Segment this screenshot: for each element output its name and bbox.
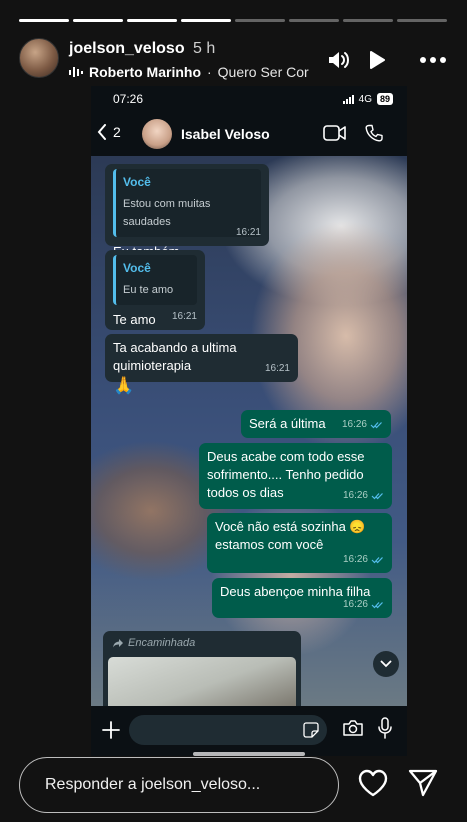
message-status: 16:26 bbox=[343, 596, 384, 614]
forwarded-image[interactable] bbox=[108, 657, 296, 706]
back-chevron-icon bbox=[97, 124, 106, 140]
play-icon[interactable] bbox=[366, 48, 388, 72]
forwarded-text: Encaminhada bbox=[128, 637, 196, 649]
plus-icon[interactable] bbox=[101, 720, 121, 740]
progress-segment bbox=[19, 19, 69, 22]
back-button[interactable]: 2 bbox=[97, 124, 121, 140]
contact-name[interactable]: Isabel Veloso bbox=[181, 126, 270, 142]
home-indicator bbox=[193, 752, 305, 756]
music-attribution[interactable]: Roberto Marinho · Quero Ser Cor bbox=[69, 64, 312, 80]
progress-segment bbox=[73, 19, 123, 22]
username[interactable]: joelson_veloso bbox=[69, 40, 185, 58]
send-icon[interactable] bbox=[408, 768, 438, 798]
progress-segment bbox=[127, 19, 177, 22]
chat-body[interactable]: Você Estou com muitas saudades Eu também… bbox=[91, 156, 407, 706]
message-bubble-outgoing[interactable]: Você não está sozinha 😞 estamos com você… bbox=[207, 513, 392, 573]
read-ticks-icon bbox=[370, 422, 382, 429]
music-icon bbox=[69, 67, 83, 77]
read-ticks-icon bbox=[371, 602, 383, 609]
reply-placeholder: Responder a joelson_veloso... bbox=[45, 776, 261, 793]
music-artist: Roberto Marinho bbox=[89, 64, 201, 80]
message-bubble-outgoing[interactable]: Será a última 16:26 bbox=[241, 410, 391, 438]
message-bubble-incoming[interactable]: Você Estou com muitas saudades Eu também… bbox=[105, 164, 269, 259]
forward-icon bbox=[113, 639, 123, 648]
quote-author: Você bbox=[123, 261, 151, 275]
chat-header: 2 Isabel Veloso bbox=[91, 112, 407, 156]
chat-input-bar bbox=[91, 706, 407, 756]
message-input[interactable] bbox=[129, 715, 327, 745]
more-icon[interactable] bbox=[418, 48, 448, 72]
message-text: Você não está sozinha 😞 estamos com você bbox=[215, 519, 366, 552]
message-status: 16:26 bbox=[342, 416, 383, 434]
phone-status-bar: 07:26 4G 89 bbox=[91, 86, 407, 112]
progress-segment bbox=[235, 19, 285, 22]
network-type: 4G bbox=[358, 93, 372, 105]
scroll-down-icon[interactable] bbox=[373, 651, 399, 677]
message-status: 16:26 bbox=[343, 487, 384, 505]
message-bubble-outgoing[interactable]: Deus abençoe minha filha 16:26 bbox=[212, 578, 392, 618]
quote-text: Estou com muitas saudades bbox=[123, 198, 211, 228]
message-time: 16:21 bbox=[235, 227, 261, 238]
progress-segment bbox=[181, 19, 231, 22]
quote-author: Você bbox=[123, 175, 151, 189]
message-time: 16:21 bbox=[264, 363, 290, 374]
sticker-icon[interactable] bbox=[303, 722, 319, 738]
volume-icon[interactable] bbox=[326, 48, 350, 72]
read-ticks-icon bbox=[371, 557, 383, 564]
progress-segment bbox=[343, 19, 393, 22]
microphone-icon[interactable] bbox=[378, 717, 392, 739]
video-call-icon[interactable] bbox=[323, 124, 347, 142]
message-time: 16:26 bbox=[342, 490, 368, 501]
story-progress-bar bbox=[19, 19, 447, 22]
message-time: 16:26 bbox=[341, 419, 367, 430]
message-time: 16:21 bbox=[171, 311, 197, 322]
reply-input[interactable]: Responder a joelson_veloso... bbox=[19, 757, 339, 813]
message-time: 16:26 bbox=[342, 599, 368, 610]
progress-segment bbox=[397, 19, 447, 22]
progress-segment bbox=[289, 19, 339, 22]
heart-icon[interactable] bbox=[357, 768, 389, 798]
phone-call-icon[interactable] bbox=[365, 124, 383, 142]
whatsapp-screenshot: 07:26 4G 89 2 Isabel Veloso Você Estou c… bbox=[91, 86, 407, 756]
quoted-reply[interactable]: Você Eu te amo bbox=[113, 255, 197, 305]
contact-avatar[interactable] bbox=[142, 119, 172, 149]
signal-icon bbox=[342, 94, 354, 104]
read-ticks-icon bbox=[371, 493, 383, 500]
music-separator: · bbox=[207, 64, 212, 80]
status-time: 07:26 bbox=[113, 92, 144, 106]
emoji-reaction: 🙏 bbox=[113, 376, 135, 395]
camera-icon[interactable] bbox=[342, 719, 364, 737]
forwarded-label: Encaminhada bbox=[112, 637, 296, 649]
unread-count: 2 bbox=[113, 124, 121, 140]
forwarded-message[interactable]: Encaminhada bbox=[103, 631, 301, 706]
post-time: 5 h bbox=[193, 40, 216, 57]
battery-level: 89 bbox=[376, 93, 393, 105]
message-time: 16:26 bbox=[342, 554, 368, 565]
message-bubble-incoming[interactable]: Ta acabando a ultima quimioterapia 16:21 bbox=[105, 334, 298, 382]
message-status: 16:26 bbox=[343, 551, 384, 569]
story-header: joelson_veloso 5 h Roberto Marinho · Que… bbox=[19, 38, 448, 82]
message-text: Ta acabando a ultima quimioterapia bbox=[113, 340, 237, 373]
message-bubble-outgoing[interactable]: Deus acabe com todo esse sofrimento.... … bbox=[199, 443, 392, 509]
music-title: Quero Ser Cor bbox=[217, 64, 309, 80]
message-bubble-incoming[interactable]: Você Eu te amo Te amo 16:21 bbox=[105, 250, 205, 330]
quote-text: Eu te amo bbox=[123, 284, 174, 296]
user-avatar[interactable] bbox=[19, 38, 59, 78]
